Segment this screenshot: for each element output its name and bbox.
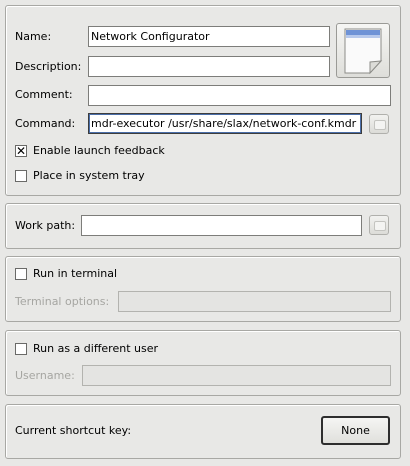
terminal-options-label: Terminal options: [15, 295, 110, 308]
launch-feedback-label: Enable launch feedback [33, 144, 165, 157]
run-in-terminal-label: Run in terminal [33, 267, 118, 280]
command-field[interactable]: mdr-executor /usr/share/slax/network-con… [88, 113, 362, 134]
work-path-label: Work path: [15, 219, 76, 232]
run-as-user-checkbox[interactable] [15, 343, 27, 355]
username-field[interactable] [82, 365, 391, 386]
command-label: Command: [15, 117, 76, 130]
command-text: mdr-executor /usr/share/slax/network-con… [91, 117, 357, 130]
terminal-group [5, 256, 401, 322]
browse-icon [374, 221, 386, 231]
work-path-browse-button[interactable] [369, 215, 389, 235]
comment-field[interactable] [88, 85, 391, 106]
user-group [5, 330, 401, 396]
work-path-field[interactable] [81, 215, 362, 236]
system-tray-checkbox[interactable] [15, 170, 27, 182]
terminal-options-field[interactable] [118, 291, 391, 312]
comment-label: Comment: [15, 88, 73, 101]
system-tray-label: Place in system tray [33, 169, 145, 182]
icon-select-button[interactable] [336, 23, 390, 78]
shortcut-label: Current shortcut key: [15, 424, 132, 437]
name-field[interactable]: Network Configurator [88, 26, 330, 47]
browse-icon [374, 120, 386, 130]
launch-feedback-checkbox[interactable]: ✕ [15, 145, 27, 157]
shortcut-key-button[interactable]: None [321, 416, 390, 445]
command-browse-button[interactable] [369, 114, 389, 134]
document-icon [344, 28, 383, 75]
description-field[interactable] [88, 56, 330, 77]
description-label: Description: [15, 60, 82, 73]
run-in-terminal-checkbox[interactable] [15, 268, 27, 280]
name-label: Name: [15, 30, 52, 43]
run-as-user-label: Run as a different user [33, 342, 159, 355]
username-label: Username: [15, 369, 75, 382]
